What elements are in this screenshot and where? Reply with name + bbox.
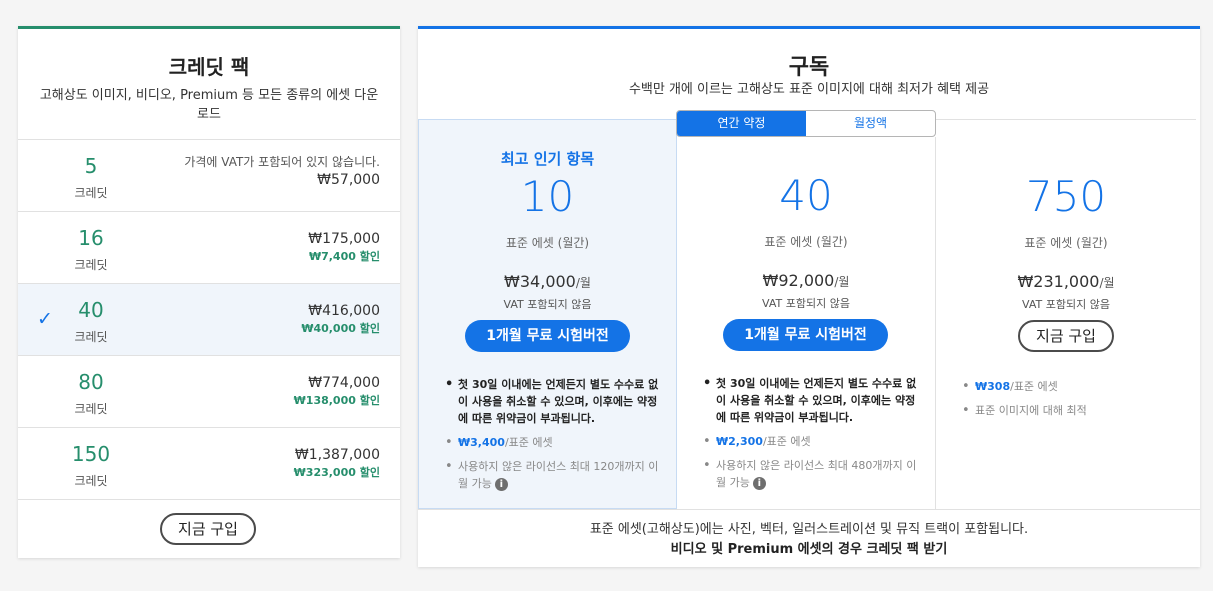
plan-bullets: 첫 30일 이내에는 언제든지 별도 수수료 없이 사용을 취소할 수 있으며,… [701,375,925,498]
credit-unit-label: 크레딧 [74,474,108,488]
discount-suffix: 할인 [359,250,380,263]
credit-amount: 16 [78,226,104,250]
credit-option-16[interactable]: 16 크레딧 ₩175,000 ₩7,400 할인 [18,212,400,284]
plan-buy-button[interactable]: 지금 구입 [1018,320,1114,352]
checkmark-icon: ✓ [37,308,53,330]
subscription-subtitle: 수백만 개에 이르는 고해상도 표준 이미지에 대해 최저가 혜택 제공 [628,82,990,97]
discount-amount: ₩138,000 [293,394,356,407]
rollover-text: 사용하지 않은 라이선스 최대 480개까지 이월 가능 [716,459,917,489]
plan-750-assets: 750 표준 에셋 (월간) ₩231,000/월 VAT 포함되지 않음 지금… [936,119,1196,509]
rollover-text: 사용하지 않은 라이선스 최대 120개까지 이월 가능 [458,460,659,490]
plan-price: ₩92,000/월 [677,271,935,290]
discount-suffix: 할인 [359,394,380,407]
plan-vat-note: VAT 포함되지 않음 [503,298,592,311]
credit-price: ₩57,000 [317,172,380,188]
plan-asset-count: 10 [520,172,575,221]
plan-price: ₩231,000/월 [936,272,1196,291]
credit-pack-link[interactable]: 비디오 및 Premium 에셋의 경우 크레딧 팩 받기 [418,540,1200,560]
plan-asset-count: 40 [779,171,833,220]
credit-pack-header: 크레딧 팩 고해상도 이미지, 비디오, Premium 등 모든 종류의 에셋… [18,29,400,140]
free-trial-button[interactable]: 1개월 무료 시험버전 [723,319,888,351]
credit-discount: ₩323,000 할인 [294,465,380,481]
plan-price-period: /월 [575,276,591,290]
credit-amount: 5 [84,154,98,178]
subscription-footer: 표준 에셋(고해상도)에는 사진, 벡터, 일러스트레이션 및 뮤직 트랙이 포… [418,509,1200,567]
credit-price: ₩1,387,000 [294,447,380,463]
credit-discount: ₩138,000 할인 [294,393,380,409]
cancel-terms-bullet: 첫 30일 이내에는 언제든지 별도 수수료 없이 사용을 취소할 수 있으며,… [443,376,667,427]
credit-amount: 40 [78,298,104,322]
per-asset-bullet: ₩3,400/표준 에셋 [443,434,667,451]
credit-unit-label: 크레딧 [74,258,108,272]
per-asset-price: ₩3,400 [458,436,505,449]
plan-price-amount: ₩34,000 [504,272,576,291]
discount-amount: ₩323,000 [293,466,356,479]
discount-amount: ₩40,000 [301,322,356,335]
credit-unit-label: 크레딧 [74,402,108,416]
per-asset-bullet: ₩2,300/표준 에셋 [701,433,925,450]
plan-bullets: 첫 30일 이내에는 언제든지 별도 수수료 없이 사용을 취소할 수 있으며,… [443,376,667,499]
per-asset-suffix: /표준 에셋 [762,435,811,448]
billing-toggle: 연간 약정 월정액 [676,110,936,137]
plan-price-period: /월 [834,275,850,289]
credit-pack-card: 크레딧 팩 고해상도 이미지, 비디오, Premium 등 모든 종류의 에셋… [18,26,400,558]
credit-amount: 150 [71,442,111,466]
per-asset-bullet: ₩308/표준 에셋 [960,378,1184,395]
plan-price-amount: ₩231,000 [1017,272,1100,291]
info-icon[interactable]: i [494,477,508,491]
rollover-bullet: 사용하지 않은 라이선스 최대 120개까지 이월 가능i [443,458,667,492]
plan-price: ₩34,000/월 [419,272,676,291]
rollover-bullet: 사용하지 않은 라이선스 최대 480개까지 이월 가능i [701,457,925,491]
credit-price: ₩175,000 [308,231,380,247]
monthly-tab[interactable]: 월정액 [806,111,935,136]
discount-suffix: 할인 [359,322,380,335]
per-asset-price: ₩308 [975,380,1011,393]
credit-unit-label: 크레딧 [74,186,108,200]
free-trial-button[interactable]: 1개월 무료 시험버전 [465,320,630,352]
credit-option-150[interactable]: 150 크레딧 ₩1,387,000 ₩323,000 할인 [18,428,400,500]
subscription-card: 구독 수백만 개에 이르는 고해상도 표준 이미지에 대해 최저가 혜택 제공 … [418,26,1200,567]
cancel-terms-bullet: 첫 30일 이내에는 언제든지 별도 수수료 없이 사용을 취소할 수 있으며,… [701,375,925,426]
credit-unit-label: 크레딧 [74,330,108,344]
per-asset-price: ₩2,300 [716,435,763,448]
vat-note: 가격에 VAT가 포함되어 있지 않습니다. [184,155,380,169]
plan-vat-note: VAT 포함되지 않음 [762,297,850,310]
plan-10-assets: 최고 인기 항목 10 표준 에셋 (월간) ₩34,000/월 VAT 포함되… [418,119,677,509]
per-asset-suffix: /표준 에셋 [504,436,553,449]
credit-discount: ₩7,400 할인 [308,249,380,265]
credit-price: ₩774,000 [308,375,380,391]
credit-discount: ₩40,000 할인 [301,321,380,337]
credit-option-5[interactable]: 5 크레딧 가격에 VAT가 포함되어 있지 않습니다. ₩57,000 [18,140,400,212]
plan-price-amount: ₩92,000 [762,271,835,290]
credit-price: ₩416,000 [308,303,380,319]
plan-vat-note: VAT 포함되지 않음 [1022,298,1110,311]
plan-bullets: ₩308/표준 에셋 표준 이미지에 대해 최적 [960,378,1184,426]
credit-option-80[interactable]: 80 크레딧 ₩774,000 ₩138,000 할인 [18,356,400,428]
annual-commitment-tab[interactable]: 연간 약정 [677,111,806,136]
best-for-bullet: 표준 이미지에 대해 최적 [960,402,1184,419]
subscription-title: 구독 [788,55,830,80]
discount-suffix: 할인 [359,466,380,479]
info-icon[interactable]: i [752,476,766,490]
plan-asset-count: 750 [1025,172,1107,221]
plan-40-assets: 40 표준 에셋 (월간) ₩92,000/월 VAT 포함되지 않음 1개월 … [677,137,936,509]
discount-amount: ₩7,400 [308,250,356,263]
plan-asset-label: 표준 에셋 (월간) [505,236,590,250]
most-popular-badge: 최고 인기 항목 [500,150,595,168]
credit-amount: 80 [78,370,104,394]
plan-asset-label: 표준 에셋 (월간) [764,235,848,249]
plan-price-period: /월 [1099,276,1115,290]
standard-assets-note: 표준 에셋(고해상도)에는 사진, 벡터, 일러스트레이션 및 뮤직 트랙이 포… [589,522,1029,537]
per-asset-suffix: /표준 에셋 [1010,380,1058,393]
credit-pack-title: 크레딧 팩 [168,55,250,79]
plan-asset-label: 표준 에셋 (월간) [1024,236,1108,250]
credit-pack-subtitle: 고해상도 이미지, 비디오, Premium 등 모든 종류의 에셋 다운로드 [39,88,379,122]
credit-option-40[interactable]: ✓ 40 크레딧 ₩416,000 ₩40,000 할인 [18,284,400,356]
credit-pack-buy-button[interactable]: 지금 구입 [160,513,256,545]
